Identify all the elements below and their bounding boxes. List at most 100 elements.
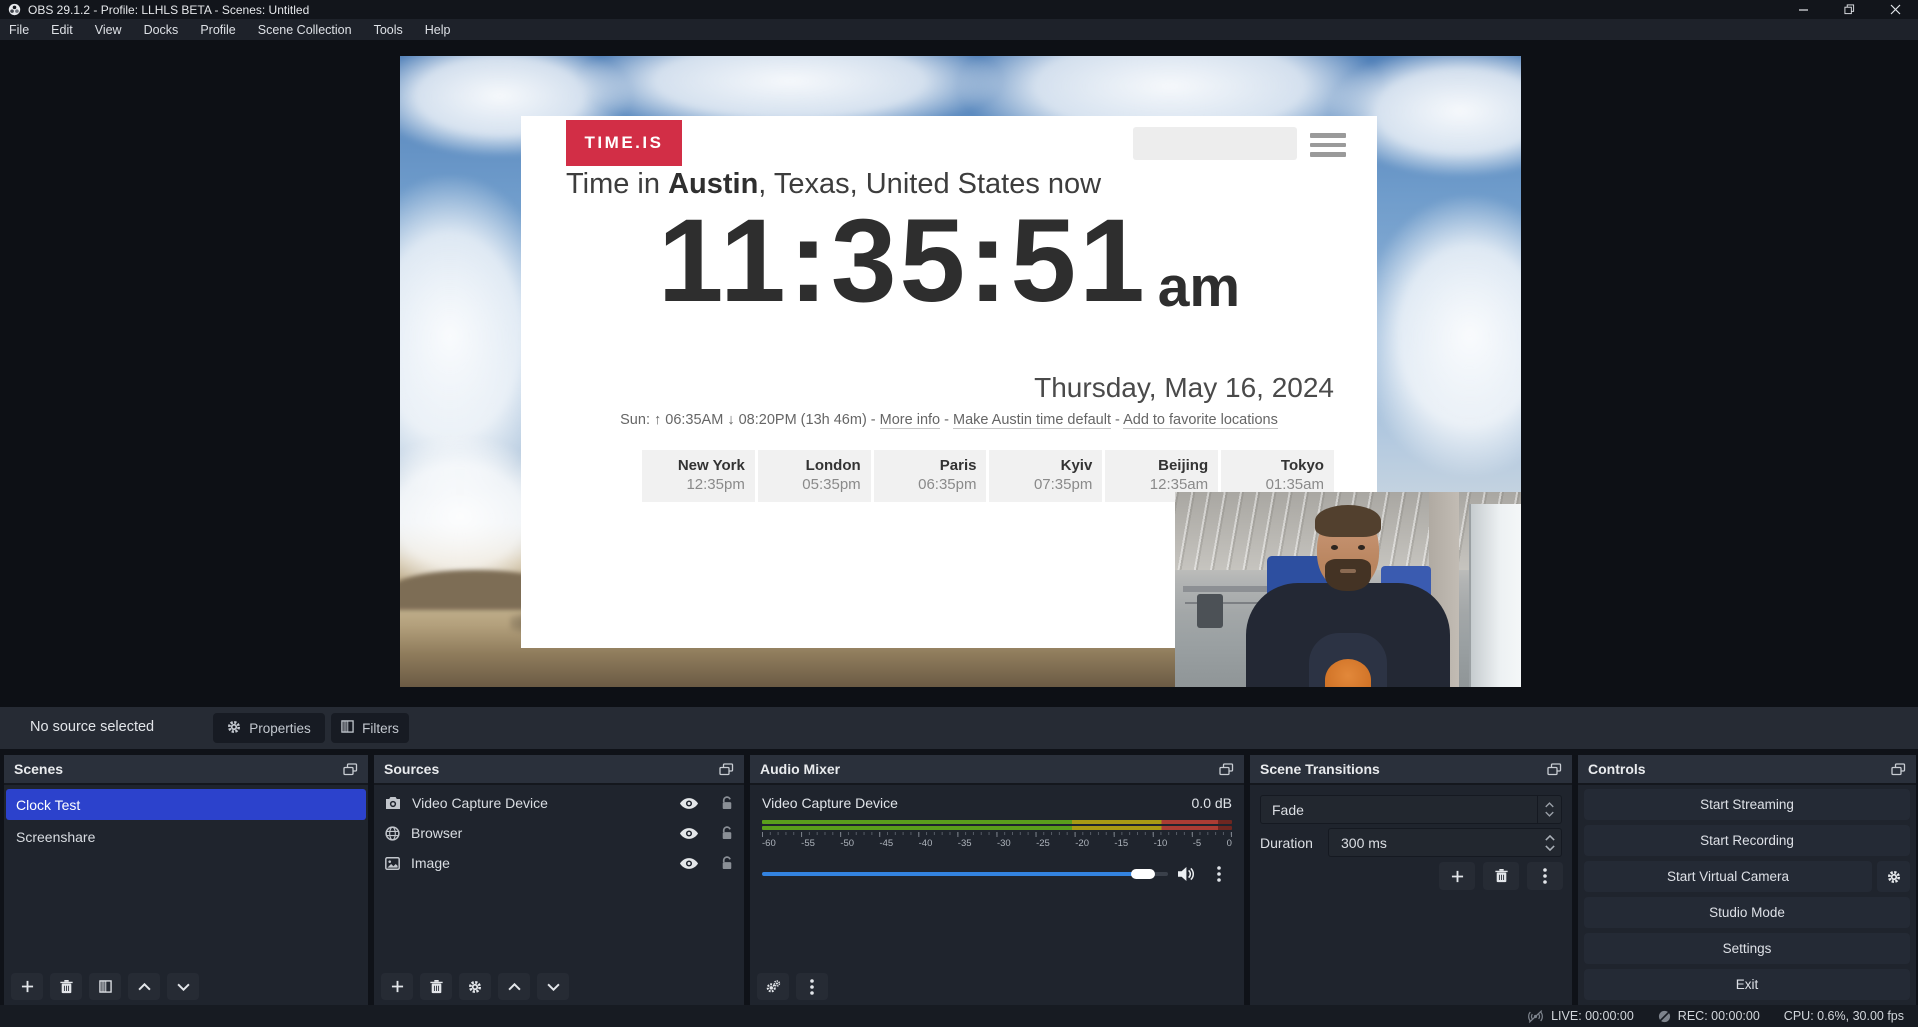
start-recording-button[interactable]: Start Recording — [1584, 825, 1910, 856]
minimize-button[interactable] — [1780, 0, 1826, 19]
remove-source-button[interactable] — [420, 973, 452, 1000]
sources-dock-header[interactable]: Sources — [374, 755, 744, 785]
audio-mixer-dock-header[interactable]: Audio Mixer — [750, 755, 1244, 785]
controls-dock-header[interactable]: Controls — [1578, 755, 1916, 785]
transitions-toolbar — [1439, 862, 1563, 890]
remove-scene-button[interactable] — [50, 973, 82, 1000]
person-torso — [1246, 583, 1450, 687]
office-chair — [1197, 594, 1223, 628]
move-scene-up-button[interactable] — [128, 973, 160, 1000]
menu-scene-collection[interactable]: Scene Collection — [247, 23, 363, 37]
scene-transitions-dock-header[interactable]: Scene Transitions — [1250, 755, 1572, 785]
window-title: OBS 29.1.2 - Profile: LLHLS BETA - Scene… — [28, 3, 309, 17]
move-source-down-button[interactable] — [537, 973, 569, 1000]
meter-tick-labels: -60-55-50-45-40-35-30-25-20-15-10-50 — [762, 838, 1232, 849]
scene-item-clock-test[interactable]: Clock Test — [6, 789, 366, 820]
scene-filters-button[interactable] — [89, 973, 121, 1000]
menu-tools[interactable]: Tools — [363, 23, 414, 37]
menu-bar: File Edit View Docks Profile Scene Colle… — [0, 19, 1918, 40]
unlock-icon[interactable] — [721, 826, 733, 840]
volume-meter: -60-55-50-45-40-35-30-25-20-15-10-50 — [762, 820, 1232, 849]
office-table — [1183, 586, 1267, 592]
mixer-level-db: 0.0 dB — [1192, 795, 1232, 811]
visibility-eye-icon[interactable] — [680, 858, 698, 869]
source-item-video-capture[interactable]: Video Capture Device — [374, 788, 744, 818]
menu-docks[interactable]: Docks — [133, 23, 190, 37]
camera-icon — [385, 796, 401, 810]
spin-arrows-icon[interactable] — [1545, 835, 1555, 851]
mixer-kebab-menu-button[interactable] — [1206, 861, 1232, 887]
properties-button[interactable]: Properties — [213, 713, 325, 743]
start-streaming-button[interactable]: Start Streaming — [1584, 789, 1910, 820]
move-scene-down-button[interactable] — [167, 973, 199, 1000]
filter-icon — [341, 720, 354, 736]
program-canvas[interactable]: TIME.IS Time in Austin, Texas, United St… — [400, 56, 1521, 687]
source-properties-button[interactable] — [459, 973, 491, 1000]
scene-item-screenshare[interactable]: Screenshare — [6, 821, 366, 852]
transition-properties-kebab-button[interactable] — [1527, 862, 1563, 890]
virtual-camera-config-button[interactable] — [1877, 861, 1910, 892]
popout-icon[interactable] — [1891, 763, 1906, 776]
menu-edit[interactable]: Edit — [40, 23, 84, 37]
search-input[interactable] — [1133, 127, 1297, 160]
globe-icon — [385, 826, 400, 841]
close-button[interactable] — [1872, 0, 1918, 19]
combo-arrows-icon — [1537, 796, 1561, 823]
make-default-link[interactable]: Make Austin time default — [953, 412, 1111, 429]
transition-select[interactable]: Fade — [1260, 795, 1562, 824]
visibility-eye-icon[interactable] — [680, 798, 698, 809]
exit-button[interactable]: Exit — [1584, 969, 1910, 1000]
popout-icon[interactable] — [719, 763, 734, 776]
filters-button[interactable]: Filters — [331, 713, 409, 743]
menu-profile[interactable]: Profile — [189, 23, 246, 37]
mixer-menu-button[interactable] — [796, 973, 828, 1000]
menu-help[interactable]: Help — [414, 23, 462, 37]
person-mouth — [1340, 569, 1356, 573]
unlock-icon[interactable] — [721, 856, 733, 870]
add-source-button[interactable] — [381, 973, 413, 1000]
advanced-audio-button[interactable] — [757, 973, 789, 1000]
shirt-graphic — [1325, 659, 1371, 687]
more-info-link[interactable]: More info — [880, 412, 940, 429]
settings-button[interactable]: Settings — [1584, 933, 1910, 964]
city-cell[interactable]: London05:35pm — [758, 450, 871, 502]
sun-info-line: Sun: ↑ 06:35AM ↓ 08:20PM (13h 46m) - Mor… — [561, 412, 1337, 428]
add-transition-button[interactable] — [1439, 862, 1475, 890]
city-cell[interactable]: Kyiv07:35pm — [989, 450, 1102, 502]
move-source-up-button[interactable] — [498, 973, 530, 1000]
studio-mode-button[interactable]: Studio Mode — [1584, 897, 1910, 928]
timeis-logo[interactable]: TIME.IS — [566, 120, 682, 166]
status-bar: LIVE: 00:00:00 REC: 00:00:00 CPU: 0.6%, … — [0, 1005, 1918, 1027]
restore-button[interactable] — [1826, 0, 1872, 19]
unlock-icon[interactable] — [721, 796, 733, 810]
volume-slider-handle[interactable] — [1131, 869, 1155, 879]
webcam-video-source[interactable] — [1175, 492, 1521, 687]
city-cell[interactable]: Paris06:35pm — [874, 450, 987, 502]
scenes-dock-header[interactable]: Scenes — [4, 755, 368, 785]
source-item-browser[interactable]: Browser — [374, 818, 744, 848]
popout-icon[interactable] — [1219, 763, 1234, 776]
add-scene-button[interactable] — [11, 973, 43, 1000]
duration-spinbox[interactable]: 300 ms — [1328, 828, 1562, 857]
hamburger-menu-icon[interactable] — [1310, 133, 1346, 157]
source-toolbar: No source selected Properties Filters — [0, 707, 1918, 749]
volume-slider[interactable] — [762, 868, 1168, 880]
source-item-image[interactable]: Image — [374, 848, 744, 878]
menu-file[interactable]: File — [0, 23, 40, 37]
add-favorite-link[interactable]: Add to favorite locations — [1123, 412, 1278, 429]
sources-dock: Sources Video Capture Device Browser — [374, 755, 744, 1005]
scene-transitions-dock: Scene Transitions Fade Duration 300 ms — [1250, 755, 1572, 1005]
start-virtual-camera-button[interactable]: Start Virtual Camera — [1584, 861, 1872, 892]
popout-icon[interactable] — [1547, 763, 1562, 776]
cloud-shape — [1360, 196, 1521, 476]
menu-view[interactable]: View — [84, 23, 133, 37]
live-status: LIVE: 00:00:00 — [1527, 1009, 1634, 1023]
meter-bar-right — [762, 826, 1232, 830]
volume-slider-track — [762, 872, 1168, 876]
visibility-eye-icon[interactable] — [680, 828, 698, 839]
city-cell[interactable]: New York12:35pm — [642, 450, 755, 502]
sources-toolbar — [381, 973, 569, 1000]
popout-icon[interactable] — [343, 763, 358, 776]
remove-transition-button[interactable] — [1483, 862, 1519, 890]
speaker-icon[interactable] — [1178, 867, 1196, 881]
